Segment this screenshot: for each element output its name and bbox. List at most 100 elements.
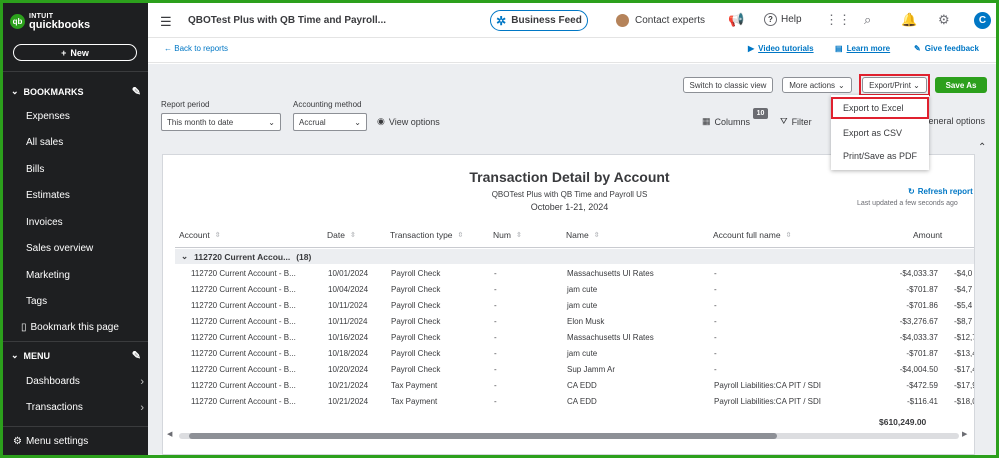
chevron-down-icon[interactable]: ⌄ (11, 350, 19, 361)
bookmark-this-page[interactable]: ▯ Bookmark this page (21, 322, 119, 333)
table-row[interactable]: 112720 Current Account - B... 10/04/2024 P… (175, 282, 974, 298)
cell-num: - (494, 301, 497, 310)
cell-amount: -$701.87 (906, 349, 938, 358)
cell-balance: -$17,9 (954, 381, 975, 390)
table-row[interactable]: 112720 Current Account - B... 10/16/2024 P… (175, 330, 974, 346)
gear-icon[interactable]: ⚙ (938, 12, 950, 28)
cell-type: Payroll Check (391, 333, 441, 342)
col-header-transaction-type[interactable]: Transaction type ⇳ (390, 230, 463, 240)
help-button[interactable]: ? Help (764, 13, 802, 26)
cell-num: - (494, 381, 497, 390)
print-save-pdf-item[interactable]: Print/Save as PDF (843, 151, 917, 161)
sidebar-item-bills[interactable]: Bills (26, 164, 144, 175)
cell-date: 10/18/2024 (328, 349, 369, 358)
more-actions-button[interactable]: More actions ⌄ (782, 77, 852, 93)
scrollbar-thumb[interactable] (189, 433, 777, 439)
learn-more-link[interactable]: ▤ Learn more (835, 44, 890, 53)
col-header-amount[interactable]: Amount (913, 230, 942, 240)
accounting-method-select[interactable]: Accrual ⌄ (293, 113, 367, 131)
view-options-button[interactable]: ◉ View options (377, 116, 440, 127)
search-icon[interactable]: ⌕ (864, 12, 871, 28)
sidebar-item-tags[interactable]: Tags (26, 296, 144, 307)
filter-button[interactable]: ⛛ Filter (780, 116, 812, 127)
collapse-menu-icon[interactable]: ☰ (160, 14, 172, 30)
top-bar: ☰ QBOTest Plus with QB Time and Payroll.… (148, 3, 996, 38)
contact-experts-button[interactable]: Contact experts (616, 14, 705, 27)
col-header-num[interactable]: Num ⇳ (493, 230, 522, 240)
report-period-select[interactable]: This month to date ⌄ (161, 113, 281, 131)
cell-num: - (494, 317, 497, 326)
columns-button[interactable]: ▦ Columns (702, 116, 750, 127)
cell-amount: -$4,004.50 (899, 365, 938, 374)
chevron-down-icon: ⌄ (181, 251, 189, 261)
company-name[interactable]: QBOTest Plus with QB Time and Payroll... (188, 15, 386, 26)
export-csv-item[interactable]: Export as CSV (843, 128, 902, 138)
sidebar-item-marketing[interactable]: Marketing (26, 270, 144, 281)
cell-amount: -$4,033.37 (899, 333, 938, 342)
cell-num: - (494, 365, 497, 374)
table-row[interactable]: 112720 Current Account - B... 10/18/2024 P… (175, 346, 974, 362)
collapse-icon[interactable]: ⌃ (978, 142, 986, 153)
back-to-reports-link[interactable]: ← Back to reports (164, 44, 228, 53)
cell-type: Payroll Check (391, 301, 441, 310)
sidebar-item-expenses[interactable]: Expenses (26, 111, 144, 122)
sort-icon: ⇳ (349, 232, 356, 239)
cell-name: CA EDD (567, 381, 597, 390)
table-row[interactable]: 112720 Current Account - B... 10/21/2024 T… (175, 378, 975, 394)
chevron-down-icon: ⌄ (838, 80, 845, 90)
sidebar-item-transactions[interactable]: Transactions › (26, 402, 144, 414)
cell-amount: -$701.87 (906, 285, 938, 294)
col-header-account[interactable]: Account ⇳ (179, 230, 221, 240)
table-row[interactable]: 112720 Current Account - B... 10/21/2024 T… (175, 394, 975, 410)
scroll-right-icon[interactable]: ▶ (962, 430, 967, 438)
cell-type: Payroll Check (391, 365, 441, 374)
last-updated-text: Last updated a few seconds ago (857, 200, 958, 207)
table-row[interactable]: 112720 Current Account - B... 10/01/2024 P… (175, 266, 974, 282)
horizontal-scrollbar[interactable] (179, 433, 959, 439)
user-avatar[interactable]: C (974, 12, 991, 29)
col-header-date[interactable]: Date ⇳ (327, 230, 356, 240)
save-as-button[interactable]: Save As (935, 77, 987, 93)
cell-name: Elon Musk (567, 317, 605, 326)
cell-full: - (714, 365, 717, 374)
arrow-left-icon: ← (164, 44, 172, 53)
table-row[interactable]: 112720 Current Account - B... 10/20/2024 P… (175, 362, 974, 378)
business-feed-button[interactable]: ✲ Business Feed (490, 10, 588, 31)
quickbooks-logo[interactable]: qb INTUIT quickbooks (10, 12, 90, 31)
apps-grid-icon[interactable]: ⋮⋮ (825, 12, 851, 28)
menu-settings[interactable]: ⚙ Menu settings (13, 436, 88, 447)
sidebar-item-estimates[interactable]: Estimates (26, 190, 144, 201)
switch-classic-view-button[interactable]: Switch to classic view (683, 77, 773, 93)
cell-amount: -$3,276.67 (899, 317, 938, 326)
new-button[interactable]: + New (13, 44, 137, 61)
cell-account: 112720 Current Account - B... (191, 365, 296, 374)
col-header-name[interactable]: Name ⇳ (566, 230, 600, 240)
video-tutorials-link[interactable]: ▶ Video tutorials (748, 44, 814, 53)
cell-type: Payroll Check (391, 349, 441, 358)
cell-type: Payroll Check (391, 285, 441, 294)
pencil-icon[interactable]: ✎ (132, 349, 141, 362)
cell-amount: -$472.59 (906, 381, 938, 390)
bell-icon[interactable]: 🔔 (901, 12, 917, 28)
cell-type: Tax Payment (391, 397, 438, 406)
chevron-down-icon[interactable]: ⌄ (11, 86, 19, 97)
col-header-account-full-name[interactable]: Account full name ⇳ (713, 230, 791, 240)
sidebar-item-all-sales[interactable]: All sales (26, 137, 144, 148)
megaphone-icon[interactable]: 📢 (728, 12, 744, 28)
cell-name: jam cute (567, 349, 598, 358)
scroll-left-icon[interactable]: ◀ (167, 430, 172, 438)
table-row[interactable]: 112720 Current Account - B... 10/11/2024 P… (175, 298, 974, 314)
sidebar: qb INTUIT quickbooks + New ⌄ BOOKMARKS ✎… (3, 3, 148, 455)
cell-balance: -$18,0 (954, 397, 975, 406)
cell-full: Payroll Liabilities:CA PIT / SDI (714, 397, 822, 406)
sidebar-item-sales-overview[interactable]: Sales overview (26, 243, 144, 254)
refresh-report-link[interactable]: ↻ Refresh report (908, 187, 973, 196)
table-row[interactable]: 112720 Current Account - B... 10/11/2024 P… (175, 314, 974, 330)
give-feedback-link[interactable]: ✎ Give feedback (914, 44, 979, 53)
sidebar-item-dashboards[interactable]: Dashboards › (26, 376, 144, 388)
pencil-icon[interactable]: ✎ (132, 85, 141, 98)
sidebar-item-invoices[interactable]: Invoices (26, 217, 144, 228)
main-content: Switch to classic view More actions ⌄ Exp… (148, 64, 996, 455)
account-group-row[interactable]: ⌄ 112720 Current Accou... (18) (175, 249, 974, 264)
cell-name: Massachusetts UI Rates (567, 269, 654, 278)
